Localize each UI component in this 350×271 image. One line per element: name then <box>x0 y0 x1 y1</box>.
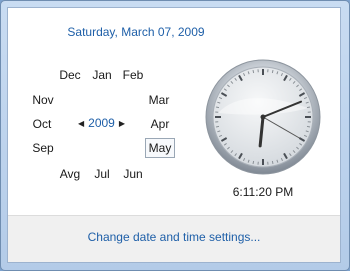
month-avg[interactable]: Avg <box>55 165 85 183</box>
month-jun[interactable]: Jun <box>118 165 148 183</box>
clock-center-pin <box>260 114 266 120</box>
month-feb[interactable]: Feb <box>118 66 148 84</box>
month-apr[interactable]: Apr <box>145 115 175 133</box>
change-settings-link[interactable]: Change date and time settings... <box>8 230 340 244</box>
year-next-icon[interactable]: ▶ <box>119 119 125 128</box>
minute-tick <box>306 125 311 128</box>
month-mar[interactable]: Mar <box>144 91 174 109</box>
digital-time: 6:11:20 PM <box>232 185 294 199</box>
minute-tick <box>252 69 255 74</box>
month-may-selected[interactable]: May <box>145 138 175 158</box>
minute-tick <box>306 106 311 109</box>
date-time-panel: Saturday, March 07, 2009 Dec Jan Feb Nov… <box>7 7 341 263</box>
minute-tick <box>271 69 274 74</box>
analog-clock <box>204 58 322 176</box>
year-selector: ◀ 2009 ▶ <box>78 116 125 130</box>
current-date-label: Saturday, March 07, 2009 <box>67 25 205 39</box>
month-oct[interactable]: Oct <box>27 115 57 133</box>
date-time-window: Saturday, March 07, 2009 Dec Jan Feb Nov… <box>0 0 350 271</box>
month-dec[interactable]: Dec <box>55 66 85 84</box>
year-prev-icon[interactable]: ◀ <box>78 119 84 128</box>
minute-tick <box>215 125 220 128</box>
month-jul[interactable]: Jul <box>87 165 117 183</box>
month-jan[interactable]: Jan <box>87 66 117 84</box>
month-nov[interactable]: Nov <box>28 91 58 109</box>
minute-tick <box>252 160 255 165</box>
footer-bar: Change date and time settings... <box>8 215 340 262</box>
year-label[interactable]: 2009 <box>88 116 115 130</box>
month-sep[interactable]: Sep <box>28 139 58 157</box>
minute-tick <box>215 106 220 109</box>
minute-tick <box>271 160 274 165</box>
clock-face-icon <box>205 59 321 175</box>
